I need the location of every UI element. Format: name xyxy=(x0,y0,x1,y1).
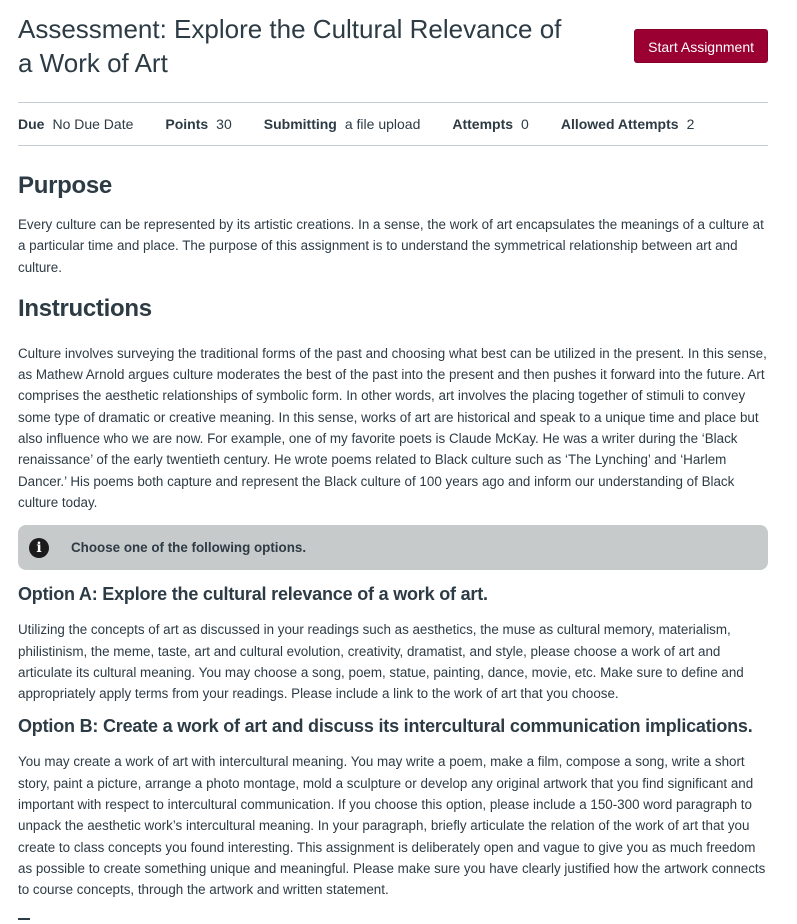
option-a-text: Utilizing the concepts of art as discuss… xyxy=(18,622,744,702)
detail-value: 2 xyxy=(686,116,695,132)
detail-label: Attempts xyxy=(452,116,514,132)
option-b-text: You may create a work of art with interc… xyxy=(18,754,766,898)
start-assignment-button[interactable]: Start Assignment xyxy=(634,29,768,63)
assignment-page: Assessment: Explore the Cultural Relevan… xyxy=(0,0,797,924)
assignment-header: Assessment: Explore the Cultural Relevan… xyxy=(18,0,768,102)
detail-points: Points 30 xyxy=(165,116,231,132)
detail-label: Allowed Attempts xyxy=(560,116,679,132)
detail-value: 30 xyxy=(216,116,232,132)
detail-label: Points xyxy=(165,116,209,132)
page-title: Assessment: Explore the Cultural Relevan… xyxy=(18,14,562,78)
info-callout: i Choose one of the following options. xyxy=(18,525,768,571)
detail-submitting: Submitting a file upload xyxy=(264,116,421,132)
purpose-text: Every culture can be represented by its … xyxy=(18,217,764,275)
detail-label: Submitting xyxy=(263,116,337,132)
instructions-heading: Instructions xyxy=(18,294,152,322)
detail-attempts: Attempts 0 xyxy=(452,116,528,132)
option-b-heading: Option B: Create a work of art and discu… xyxy=(18,716,753,737)
callout-text: Choose one of the following options. xyxy=(71,540,307,556)
purpose-heading: Purpose xyxy=(18,172,112,199)
detail-allowed-attempts: Allowed Attempts 2 xyxy=(561,116,695,132)
info-icon: i xyxy=(29,537,49,558)
detail-value: a file upload xyxy=(344,116,421,132)
detail-value: No Due Date xyxy=(52,116,134,132)
detail-value: 0 xyxy=(521,116,529,132)
option-a-heading: Option A: Explore the cultural relevance… xyxy=(18,584,488,605)
detail-due: Due No Due Date xyxy=(18,116,133,132)
assignment-details: Due No Due Date Points 30 Submitting a file… xyxy=(18,102,768,146)
instructions-text: Culture involves surveying the tradition… xyxy=(18,345,767,510)
detail-label: Due xyxy=(18,116,45,132)
